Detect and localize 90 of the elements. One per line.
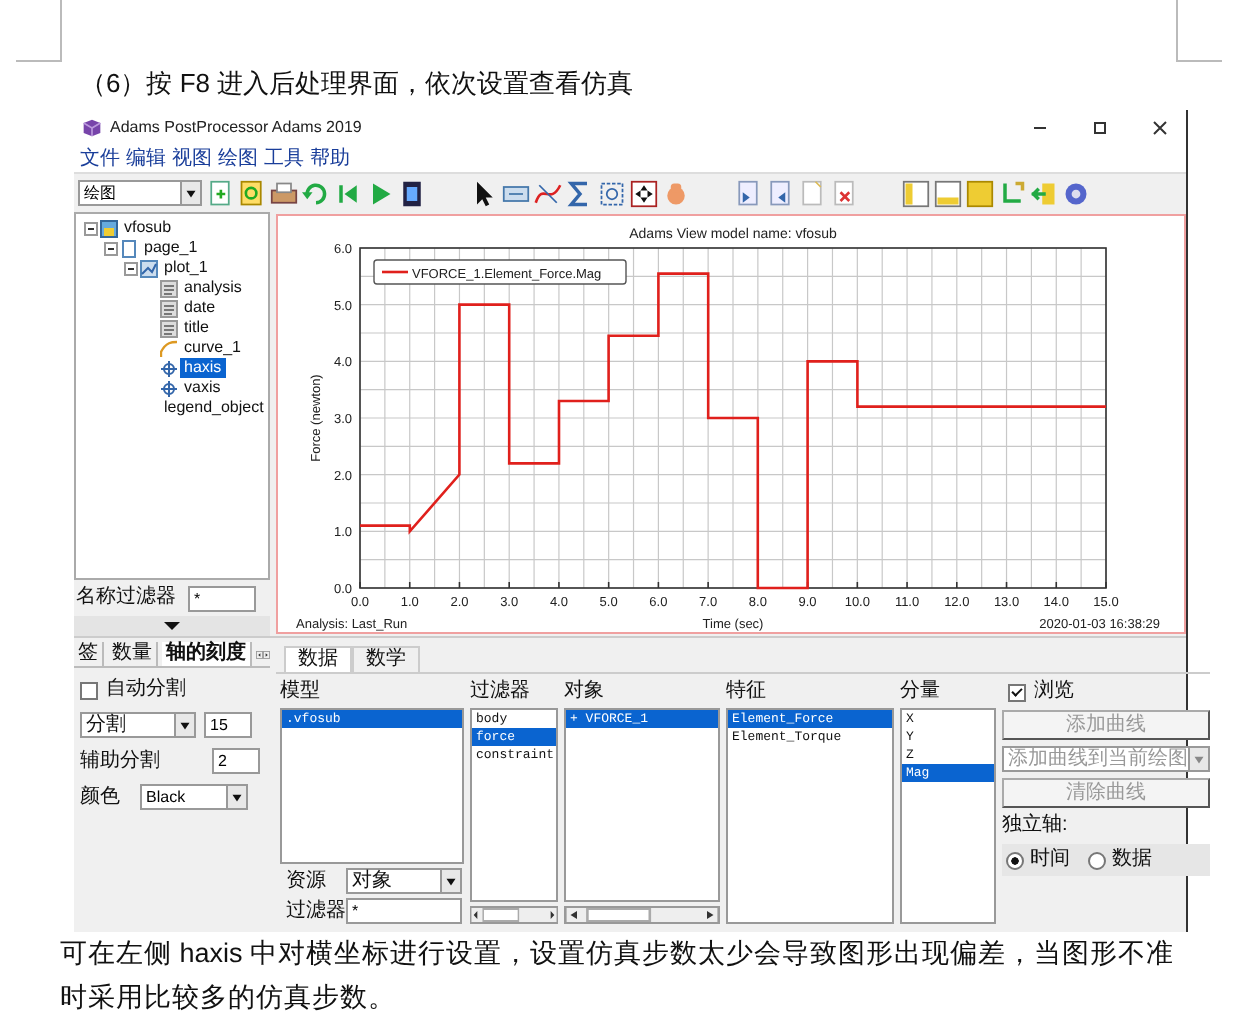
list-heading: 过滤器 [470,680,532,704]
name-filter-label: 名称过滤器 [76,586,176,610]
collapse-icon[interactable] [124,261,138,275]
mode-dropdown[interactable]: 绘图 [78,180,202,206]
tree-item[interactable]: legend_object [160,398,268,418]
maximize-icon[interactable] [1090,117,1110,137]
layout-icon[interactable] [902,179,930,207]
filter-field[interactable]: * [346,898,462,924]
tree-item[interactable]: haxis [180,358,226,378]
radio-label: 数据 [1112,848,1152,872]
settings-tab[interactable]: 数量 [108,642,158,666]
horizontal-scrollbar[interactable] [470,906,558,924]
caret-icon [1188,748,1208,770]
auto-divide-label: 自动分割 [106,678,186,702]
page-forward-icon[interactable] [766,179,794,207]
minor-divisions-field[interactable]: 2 [212,748,260,774]
corner-mark [1176,0,1222,62]
menu-item[interactable]: 视图 [172,144,212,172]
settings-tab[interactable]: 轴的刻度 [162,642,252,666]
source-dropdown[interactable]: 对象 [346,868,462,894]
plot-icon [140,259,158,277]
layout-icon[interactable] [966,179,994,207]
browse-checkbox[interactable] [1008,683,1026,701]
tree-item[interactable]: title [180,318,213,338]
caret-icon [180,182,200,204]
step-caption: （6）按 F8 进入后处理界面，依次设置查看仿真 [80,66,634,102]
color-label: 颜色 [80,785,122,809]
collapse-icon[interactable] [84,221,98,235]
new-file-icon[interactable] [206,179,234,207]
tree-item[interactable]: vaxis [180,378,225,398]
text-item-icon [160,299,178,317]
page-back-icon[interactable] [734,179,762,207]
collapse-icon[interactable] [104,241,118,255]
app-logo-icon [82,117,102,137]
curve-icon [160,339,178,357]
page-icon [120,239,138,257]
menu-item[interactable]: 文件 [80,144,120,172]
corner-mark [16,0,62,62]
import-icon[interactable] [1030,179,1058,207]
model-icon [100,219,118,237]
delete-page-icon[interactable] [830,179,858,207]
fit-icon[interactable] [630,179,658,207]
tree-item[interactable]: page_1 [140,238,202,258]
list-heading: 对象 [564,680,606,704]
printer-icon[interactable] [270,179,298,207]
auto-divide-checkbox[interactable] [80,681,98,699]
color-dropdown[interactable]: Black [140,784,248,810]
text-item-icon [160,319,178,337]
tree-item[interactable]: vfosub [120,218,176,238]
axis-icon [160,379,178,397]
tree-item[interactable]: date [180,298,220,318]
caret-icon [440,870,460,892]
tab-scroll-icon[interactable] [256,645,270,663]
radio-button[interactable] [1006,851,1024,869]
settings-tab[interactable]: 签 [74,642,104,666]
expand-down-icon[interactable] [162,620,182,632]
radio-button[interactable] [1088,851,1106,869]
skip-back-icon[interactable] [334,179,362,207]
list-heading: 分量 [900,680,942,704]
zoom-box-icon[interactable] [598,179,626,207]
minor-divisions-label: 辅助分割 [80,749,162,773]
layout-icon[interactable] [934,179,962,207]
text-item-icon [160,279,178,297]
list-heading: 模型 [280,680,322,704]
horizontal-scrollbar[interactable] [564,906,720,924]
data-tab[interactable]: 数学 [352,646,420,672]
menu-item[interactable]: 编辑 [126,144,166,172]
tree-item[interactable]: plot_1 [160,258,212,278]
caret-icon [226,786,246,808]
film-icon[interactable] [398,179,426,207]
data-tab[interactable]: 数据 [284,646,352,672]
browse-label: 浏览 [1034,680,1074,704]
caret-icon [174,714,194,736]
menu-item[interactable]: 帮助 [310,144,350,172]
body-paragraph: 可在左侧 haxis 中对横坐标进行设置，设置仿真步数太少会导致图形出现偏差，当图形不准时采用比较多的仿真步数。 [60,936,1177,1016]
source-label: 资源 [286,869,328,893]
window-title: Adams PostProcessor Adams 2019 [110,118,362,136]
tree-item[interactable]: analysis [180,278,246,298]
independent-axis-label: 独立轴: [1002,814,1070,838]
divisions-field[interactable]: 15 [204,712,252,738]
tree-item[interactable]: curve_1 [180,338,245,358]
name-filter-field[interactable]: * [188,585,256,611]
curve-icon[interactable] [534,179,562,207]
radio-label: 时间 [1030,848,1070,872]
menu-item[interactable]: 工具 [264,144,304,172]
divisions-dropdown[interactable]: 分割 [80,712,196,738]
menu-item[interactable]: 绘图 [218,144,258,172]
axis-icon [160,359,178,377]
close-icon[interactable] [1150,117,1170,137]
list-heading: 特征 [726,680,768,704]
